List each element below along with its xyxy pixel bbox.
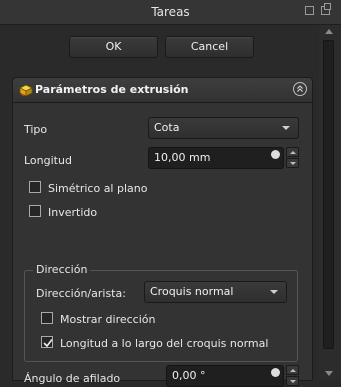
simetrico-label: Simétrico al plano [48,182,148,195]
panel-header[interactable]: Parámetros de extrusión [13,78,312,103]
scroll-up-arrow-icon[interactable] [323,26,335,36]
pad-icon [19,84,33,97]
direccion-arista-combobox[interactable]: Croquis normal [144,281,287,303]
chevron-down-icon [282,126,290,130]
expression-icon[interactable] [271,368,280,377]
invertido-label: Invertido [48,206,98,219]
decrement-button[interactable] [286,376,299,386]
expression-icon[interactable] [271,150,280,159]
afilado-input[interactable]: 0,00 ° [166,365,284,387]
chevron-down-icon [270,290,278,294]
longitud-value: 10,00 mm [154,151,211,164]
tasks-content: OK Cancel Parámetros de extrusión Tipo C… [0,25,319,387]
tipo-label: Tipo [24,123,48,136]
increment-button[interactable] [286,147,299,157]
tipo-value: Cota [154,121,180,134]
float-window-button[interactable] [305,6,314,15]
scroll-down-arrow-icon[interactable] [323,369,335,379]
window-titlebar: Tareas [0,0,341,25]
afilado-stepper[interactable] [286,365,299,387]
extrusion-parameters-panel: Parámetros de extrusión Tipo Cota Longit… [12,77,313,387]
direccion-group: Dirección Dirección/arista: Croquis norm… [24,263,298,362]
simetrico-checkbox[interactable] [29,181,41,193]
direccion-group-title: Dirección [33,263,91,276]
tipo-combobox[interactable]: Cota [148,117,299,139]
vertical-scrollbar[interactable] [319,25,341,379]
longitud-input[interactable]: 10,00 mm [148,147,284,169]
mostrar-direccion-label: Mostrar dirección [60,313,156,326]
direccion-arista-value: Croquis normal [150,285,234,298]
window-title: Tareas [151,5,190,19]
longitud-label: Longitud [24,154,72,167]
invertido-checkbox[interactable] [29,205,41,217]
scrollbar-thumb[interactable] [323,40,334,349]
mostrar-direccion-checkbox[interactable] [41,312,53,324]
longitud-croquis-label: Longitud a lo largo del croquis normal [60,337,269,350]
checkmark-icon [43,339,53,348]
panel-title: Parámetros de extrusión [35,83,189,96]
longitud-stepper[interactable] [286,147,299,169]
direccion-arista-label: Dirección/arista: [36,287,126,300]
afilado-value: 0,00 ° [172,369,206,382]
increment-button[interactable] [286,365,299,375]
decrement-button[interactable] [286,158,299,168]
undock-window-button[interactable] [321,3,331,15]
collapse-icon[interactable] [293,82,307,96]
longitud-croquis-checkbox[interactable] [41,336,53,348]
cancel-button[interactable]: Cancel [165,36,254,58]
ok-button[interactable]: OK [69,36,158,58]
